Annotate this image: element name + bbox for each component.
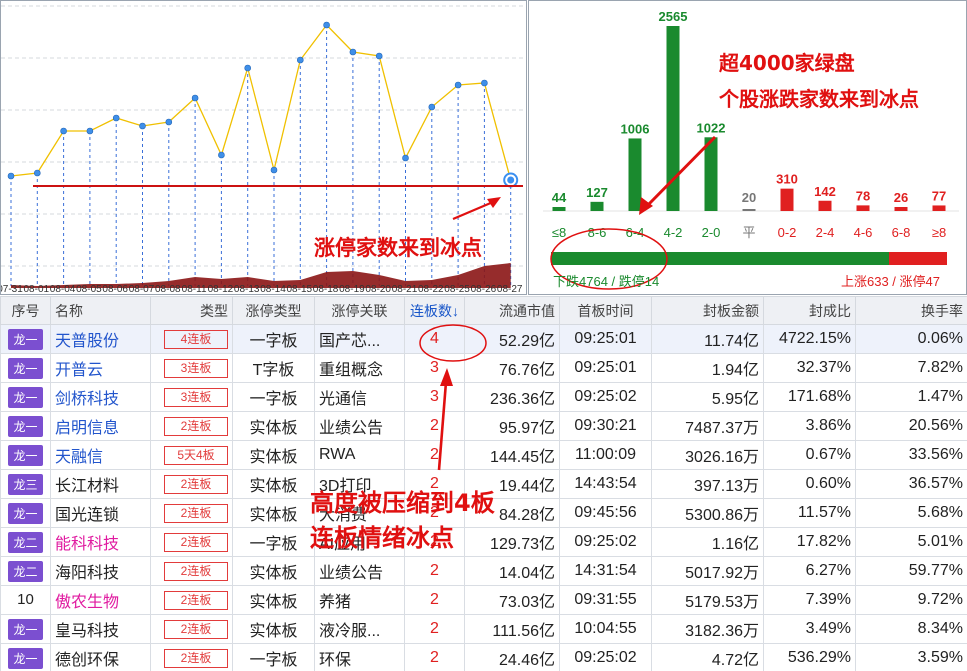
annotation-arrow-head-table [440,368,453,386]
data-point[interactable] [323,21,330,29]
data-point[interactable] [296,56,304,64]
data-point[interactable] [428,103,436,111]
rise-fall-distribution-svg: 44 12710062565102220310142 78 26 77 ≤8 8-6 6-4… [543,9,959,290]
data-point[interactable] [402,154,409,162]
boards-sentiment-annotation: 连板情绪冰点 [310,524,454,552]
rise-fall-distribution-chart: 44 127 1006 2565 1022 20 310 142 78 26 77 ≤8 8-6 6-4… [528,0,967,295]
data-point[interactable] [33,169,41,177]
bar-category-label: ≥8 [932,225,946,240]
x-tick-label: 08-18 [313,284,339,294]
x-tick-label: 08-12 [208,284,234,294]
bar-category-label: ≤8 [552,225,566,240]
x-tick-label: 08-15 [287,284,313,294]
distribution-bar[interactable] [894,207,908,211]
x-tick-label: 08-06 [102,284,128,294]
annotation-arrow-head-right [639,197,653,215]
x-tick-label: 08-26 [471,284,497,294]
bar-category-label: 4-6 [854,225,873,240]
data-point[interactable] [7,172,15,180]
data-point[interactable] [218,151,225,159]
data-point[interactable] [191,94,199,102]
bar-category-label: 8-6 [588,225,607,240]
bar-value-label: 26 [894,190,908,205]
bar-value-label: 77 [932,188,946,203]
bar-value-label: 310 [776,172,798,187]
consecutive-limit-up-table-panel: 序号 名称 类型 涨停类型 涨停关联 连板数↓ 流通市值 首板时间 封板金额 封… [0,296,967,671]
bar-category-label: 0-2 [778,225,797,240]
x-tick-label: 08-05 [76,284,102,294]
x-tick-label: 08-01 [24,284,50,294]
x-tick-label: 08-25 [444,284,470,294]
x-tick-label: 08-27 [497,284,523,294]
data-point[interactable] [86,127,94,135]
up-proportion-bar [889,252,947,265]
x-tick-label: 08-07 [129,284,155,294]
x-tick-label: 08-08 [155,284,181,294]
down-summary: 下跌4764 / 跌停14 [553,274,660,289]
bar-value-label: 78 [856,188,870,203]
rise-fall-annotation: 个股涨跌家数来到冰点 [719,87,919,111]
bar-category-label: 平 [742,225,755,240]
x-tick-label: 08-13 [234,284,260,294]
data-point[interactable] [270,166,278,174]
data-point[interactable] [454,81,462,89]
distribution-bar[interactable] [590,201,604,211]
data-point[interactable] [60,127,67,135]
x-tick-label: 08-20 [365,284,391,294]
bar-value-label: 20 [742,190,756,205]
bar-category-label: 4-2 [664,225,683,240]
distribution-bar[interactable] [932,205,946,211]
x-tick-label: 08-22 [418,284,444,294]
limit-up-count-line [10,24,512,181]
x-tick-label: 08-14 [260,284,286,294]
latest-data-point-core [507,176,515,184]
distribution-bar[interactable] [856,205,870,211]
data-point[interactable] [244,64,251,72]
distribution-bar[interactable] [818,200,832,211]
limit-up-count-chart: 07-3108-0108-0408-0508-0608-0708-0808-11… [0,0,527,295]
data-point[interactable] [349,48,357,56]
data-point[interactable] [112,114,120,122]
x-tick-label: 08-11 [182,284,207,294]
bar-category-label: 6-8 [892,225,911,240]
distribution-bar[interactable] [742,209,756,211]
bar-value-label: 1006 [621,121,650,136]
up-summary: 上涨633 / 涨停47 [841,274,940,289]
bar-value-label: 1022 [697,120,726,135]
annotation-arrow-left [452,200,494,221]
limit-up-annotation: 涨停家数来到冰点 [314,236,482,260]
x-tick-label: 08-04 [50,284,76,294]
annotation-arrow-table [437,381,448,471]
distribution-bar[interactable] [780,188,794,211]
bar-value-label: 142 [814,184,836,199]
bar-value-label: 127 [586,185,608,200]
bar-value-label: 2565 [659,9,688,24]
down-proportion-bar [551,252,889,265]
data-point[interactable] [165,118,173,126]
bar-category-label: 2-4 [816,225,835,240]
green-stocks-annotation: 超4000家绿盘 [719,51,855,75]
boards-compressed-annotation: 高度被压缩到4板 [310,489,495,517]
x-tick-label: 08-21 [392,284,418,294]
x-tick-label: 08-19 [339,284,365,294]
data-point[interactable] [481,79,488,87]
distribution-bar[interactable] [628,138,642,211]
x-tick-label: 07-31 [1,284,23,294]
distribution-bar[interactable] [552,207,566,211]
bar-category-label: 2-0 [702,225,721,240]
bar-value-label: 44 [552,190,567,205]
distribution-bar[interactable] [704,137,718,211]
data-point[interactable] [139,122,146,130]
data-point[interactable] [375,52,383,60]
annotation-ellipse-table [419,324,487,362]
